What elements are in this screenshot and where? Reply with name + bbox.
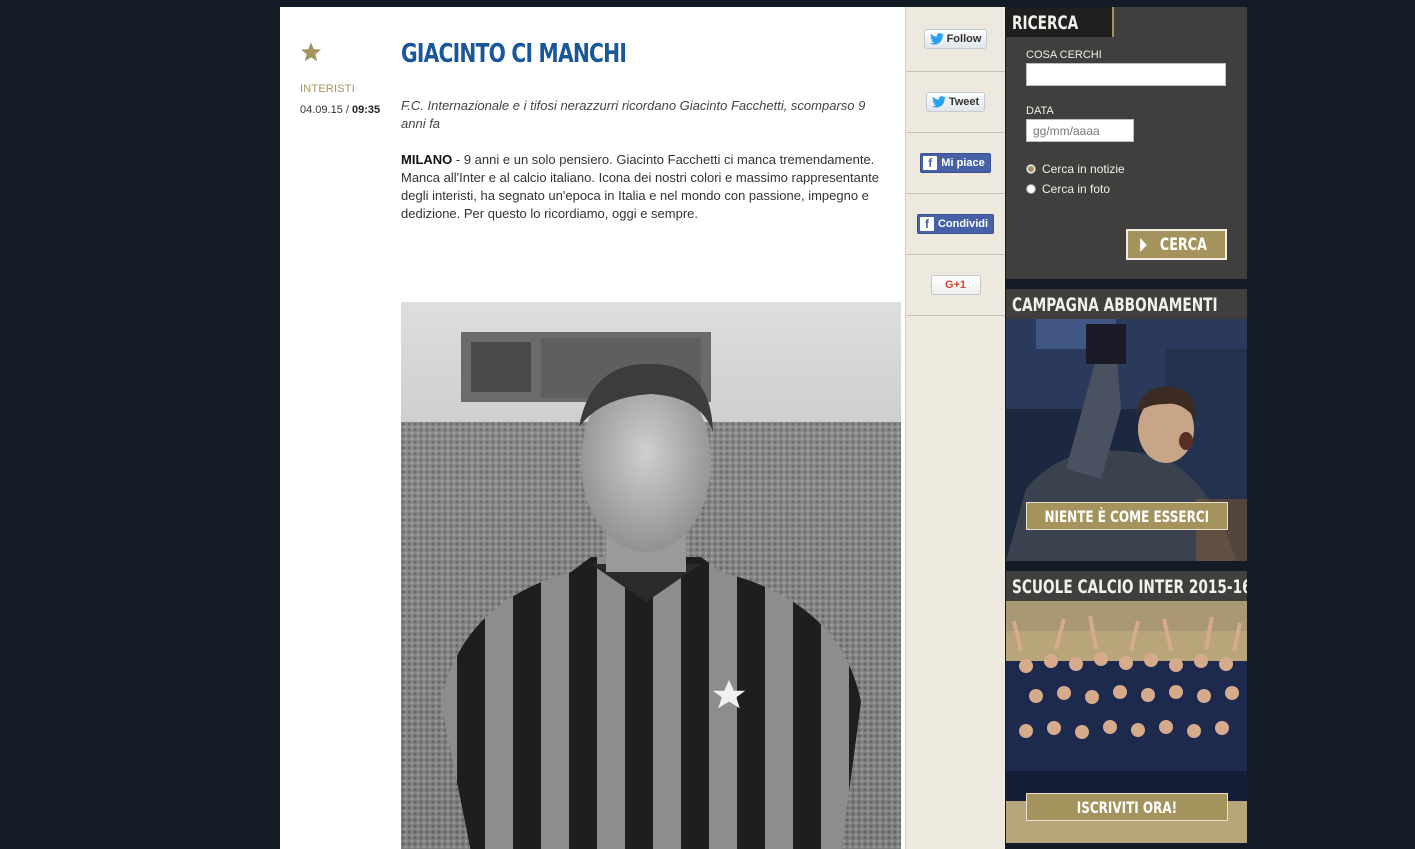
radio-dot [1026,184,1036,194]
article-dateline: MILANO [401,152,453,167]
promo-football-schools-button[interactable]: ISCRIVITI ORA! [1026,793,1228,821]
facebook-like-button[interactable]: f Mi piace [920,153,991,173]
article-content: GIACINTO CI MANCHI F.C. Internazionale e… [401,37,886,223]
article-subtitle: F.C. Internazionale e i tifosi nerazzurr… [401,98,866,131]
facebook-icon: f [923,156,938,170]
facebook-icon: f [919,217,934,231]
article-time: 09:35 [352,104,381,116]
promo-subscriptions-button[interactable]: NIENTE È COME ESSERCI [1026,502,1228,530]
date-field[interactable]: gg/mm/aaaa [1026,119,1134,142]
search-panel: RICERCA COSA CERCHI DATA gg/mm/aaaa Cerc… [1006,7,1247,279]
share-cell-gplus: G+1 [906,255,1005,316]
search-input[interactable] [1026,63,1226,86]
share-cell-tweet: Tweet [906,72,1005,133]
article-page: INTERISTI 04.09.15 / 09:35 GIACINTO CI M… [280,7,905,849]
twitter-follow-button[interactable]: Follow [923,29,988,49]
search-panel-title: RICERCA [1006,7,1114,37]
promo-football-schools-title: SCUOLE CALCIO INTER 2015-16 [1006,571,1247,601]
twitter-bird-icon [929,33,944,45]
radio-dot-selected [1026,164,1036,174]
sidebar: RICERCA COSA CERCHI DATA gg/mm/aaaa Cerc… [1006,7,1247,843]
promo-subscriptions-title: CAMPAGNA ABBONAMENTI [1006,289,1247,319]
article-title: GIACINTO CI MANCHI [401,39,627,69]
share-bar: Follow Tweet f Mi piace f Condividi G+1 [905,7,1005,849]
twitter-bird-icon [931,96,946,108]
share-cell-share: f Condividi [906,194,1005,255]
star-icon [301,42,321,62]
facebook-share-button[interactable]: f Condividi [916,214,995,234]
radio-search-news[interactable]: Cerca in notizie [1026,162,1125,176]
share-cell-like: f Mi piace [906,133,1005,194]
share-cell-follow: Follow [906,7,1005,72]
search-button[interactable]: CERCA [1126,229,1227,260]
tweet-button[interactable]: Tweet [925,92,986,112]
article-date: 04.09.15 / 09:35 [300,104,381,116]
article-body: MILANO - 9 anni e un solo pensiero. Giac… [401,151,886,223]
radio-search-photo[interactable]: Cerca in foto [1026,182,1110,196]
promo-subscriptions[interactable]: CAMPAGNA ABBONAMENTI NIENTE È COME ESSER… [1006,289,1247,561]
search-date-label: DATA [1026,105,1054,117]
article-category[interactable]: INTERISTI [300,83,390,95]
promo-football-schools[interactable]: SCUOLE CALCIO INTER 2015-16 ISCRIVITI OR… [1006,571,1247,843]
search-what-label: COSA CERCHI [1026,49,1102,61]
play-arrow-icon [1139,237,1147,252]
google-plus-button[interactable]: G+1 [930,275,981,295]
article-meta: INTERISTI 04.09.15 / 09:35 [300,41,390,116]
article-photo [401,302,901,849]
article-body-text: - 9 anni e un solo pensiero. Giacinto Fa… [401,152,879,221]
